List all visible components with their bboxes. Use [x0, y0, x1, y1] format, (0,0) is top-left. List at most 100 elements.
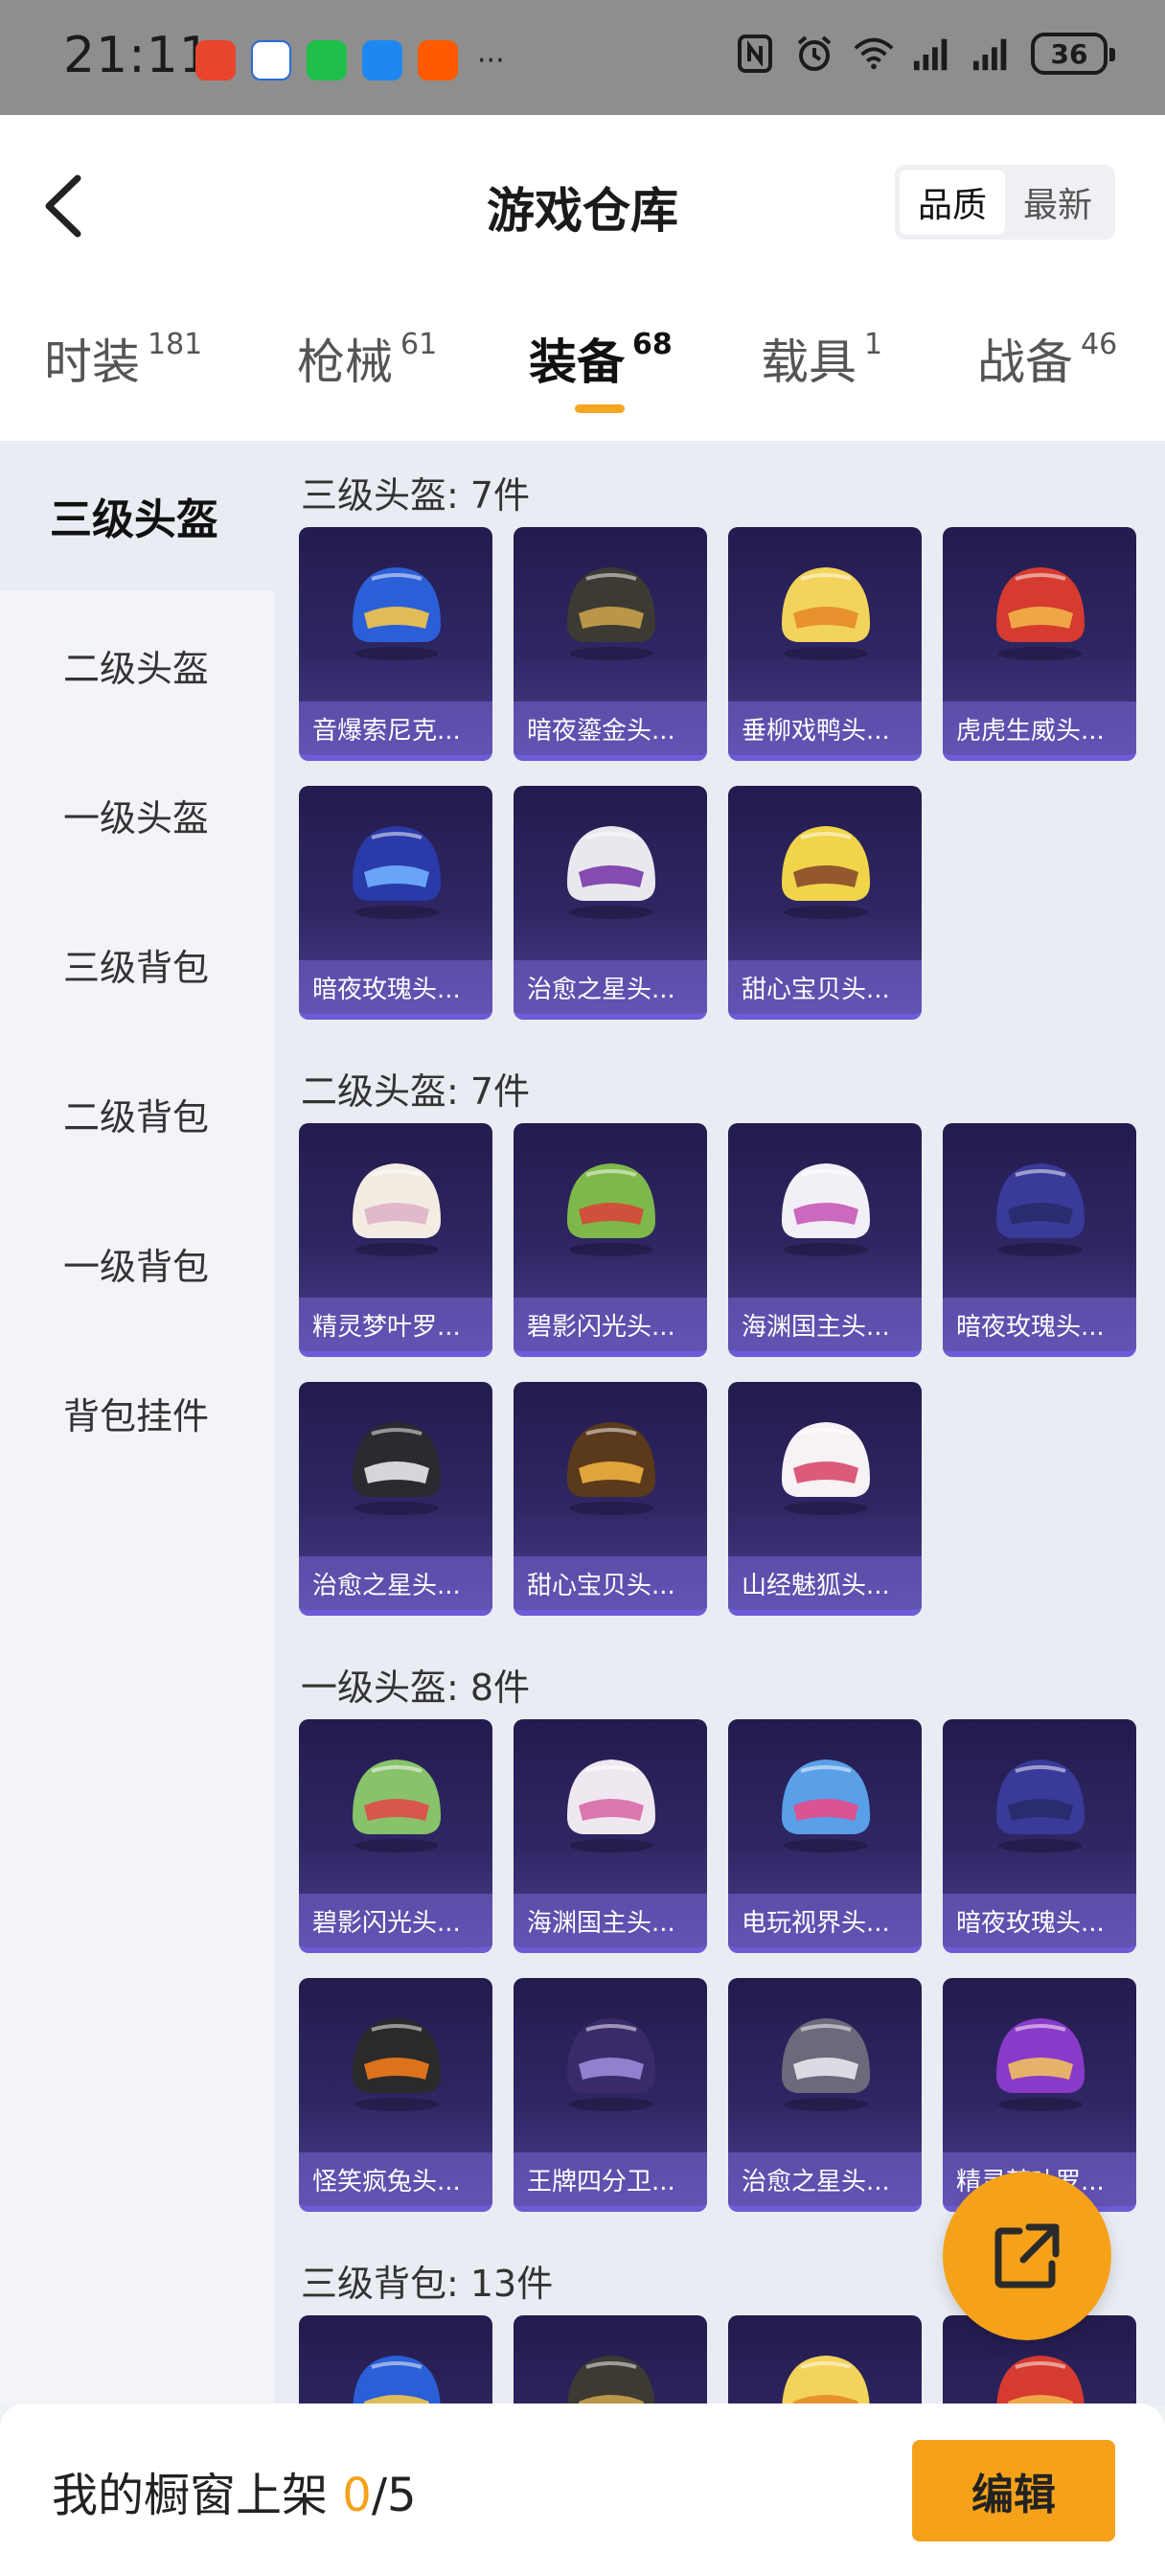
tab-count: 1	[864, 328, 883, 361]
sidebar-item-level2-helmet[interactable]: 二级头盔	[0, 590, 274, 740]
signal-icon-1	[912, 33, 954, 75]
food-app-icon	[195, 40, 236, 80]
tab-label: 装备	[529, 334, 625, 390]
item-name: 山经魅狐头...	[728, 1556, 922, 1610]
sidebar-item-level3-helmet[interactable]: 三级头盔	[0, 441, 274, 590]
item-card[interactable]: 治愈之星头...	[728, 1978, 922, 2212]
item-card[interactable]: 精灵梦叶罗...	[299, 1123, 492, 1357]
item-name: 海渊国主头...	[514, 1894, 707, 1947]
item-name: 治愈之星头...	[299, 1556, 492, 1610]
showcase-status: 我的橱窗上架 0/5	[52, 2457, 417, 2524]
helmet-icon	[996, 567, 1085, 660]
item-card[interactable]: 山经魅狐头...	[728, 1382, 922, 1616]
tab-label: 载具	[761, 334, 857, 390]
share-button[interactable]	[943, 2172, 1111, 2340]
share-icon	[994, 2223, 1060, 2288]
helmet-icon	[782, 1760, 870, 1852]
item-card[interactable]: 碧影闪光头...	[514, 1123, 707, 1357]
edit-button[interactable]: 编辑	[912, 2440, 1115, 2542]
helmet-icon	[567, 1163, 655, 1256]
wifi-icon	[853, 33, 895, 75]
tab-label: 战备	[977, 334, 1073, 390]
backpack-icon	[353, 2356, 441, 2405]
item-name: 暗夜玫瑰头...	[943, 1894, 1136, 1947]
section-title: 三级背包: 13件	[301, 2263, 554, 2305]
tab-tactical[interactable]: 战备 46	[977, 324, 1117, 393]
item-name: 垂柳戏鸭头...	[728, 702, 922, 755]
helmet-icon	[782, 2018, 870, 2111]
item-grid: 三级头盔: 7件 音爆索尼克... 暗夜鎏金头... 垂柳戏鸭头... 虎虎生威头...…	[274, 441, 1165, 2405]
item-card[interactable]: 海渊国主头...	[514, 1719, 707, 1953]
item-card[interactable]: 怪笑疯兔头...	[299, 1978, 492, 2212]
item-card[interactable]	[728, 2315, 922, 2405]
item-card[interactable]	[299, 2315, 492, 2405]
tab-weapons[interactable]: 枪械 61	[297, 324, 437, 393]
item-name: 暗夜玫瑰头...	[299, 960, 492, 1014]
sort-toggle: 品质 最新	[895, 165, 1115, 240]
sort-latest-button[interactable]: 最新	[1005, 170, 1110, 235]
item-card[interactable]: 暗夜玫瑰头...	[299, 786, 492, 1020]
sidebar-item-level3-backpack[interactable]: 三级背包	[0, 889, 274, 1039]
helmet-icon	[353, 2018, 441, 2111]
item-name: 海渊国主头...	[728, 1298, 922, 1351]
backpack-icon	[782, 2356, 870, 2405]
item-name: 治愈之星头...	[514, 960, 707, 1014]
section-title: 一级头盔: 8件	[301, 1667, 531, 1709]
helmet-icon	[353, 567, 441, 660]
item-card[interactable]: 虎虎生威头...	[943, 527, 1136, 761]
item-card[interactable]: 暗夜玫瑰头...	[943, 1719, 1136, 1953]
item-card[interactable]	[514, 2315, 707, 2405]
tab-fashion[interactable]: 时装 181	[44, 324, 202, 393]
helmet-icon	[996, 2018, 1085, 2111]
showcase-label: 我的橱窗上架	[52, 2469, 343, 2522]
item-card[interactable]: 电玩视界头...	[728, 1719, 922, 1953]
helmet-icon	[567, 2018, 655, 2111]
item-card[interactable]: 王牌四分卫...	[514, 1978, 707, 2212]
item-name: 治愈之星头...	[728, 2152, 922, 2206]
item-name: 王牌四分卫...	[514, 2152, 707, 2206]
sort-quality-button[interactable]: 品质	[900, 170, 1005, 235]
tab-count: 68	[632, 328, 673, 361]
helmet-icon	[567, 1422, 655, 1515]
item-name: 碧影闪光头...	[299, 1894, 492, 1947]
item-card[interactable]: 海渊国主头...	[728, 1123, 922, 1357]
helmet-icon	[996, 1163, 1085, 1256]
item-card[interactable]: 暗夜鎏金头...	[514, 527, 707, 761]
item-card[interactable]: 暗夜玫瑰头...	[943, 1123, 1136, 1357]
showcase-count: 0	[342, 2469, 372, 2522]
item-card[interactable]: 甜心宝贝头...	[514, 1382, 707, 1616]
sidebar-item-level1-backpack[interactable]: 一级背包	[0, 1188, 274, 1338]
sidebar: 三级头盔 二级头盔 一级头盔 三级背包 二级背包 一级背包 背包挂件	[0, 441, 274, 2405]
sidebar-item-level1-helmet[interactable]: 一级头盔	[0, 740, 274, 889]
item-name: 精灵梦叶罗...	[299, 1298, 492, 1351]
taobao-icon	[418, 40, 458, 80]
item-card[interactable]: 垂柳戏鸭头...	[728, 527, 922, 761]
item-card[interactable]: 治愈之星头...	[299, 1382, 492, 1616]
helmet-icon	[996, 1760, 1085, 1852]
tab-vehicles[interactable]: 载具 1	[761, 324, 882, 393]
system-status: 36	[734, 33, 1115, 75]
item-card[interactable]: 碧影闪光头...	[299, 1719, 492, 1953]
message-app-icon	[362, 40, 402, 80]
helmet-icon	[782, 1163, 870, 1256]
helmet-icon	[353, 1760, 441, 1852]
tab-count: 181	[148, 328, 203, 361]
sidebar-item-level2-backpack[interactable]: 二级背包	[0, 1039, 274, 1188]
item-card[interactable]: 音爆索尼克...	[299, 527, 492, 761]
helmet-icon	[353, 1163, 441, 1256]
item-name: 甜心宝贝头...	[514, 1556, 707, 1610]
tab-equipment[interactable]: 装备 68	[529, 324, 673, 393]
backpack-icon	[996, 2356, 1085, 2405]
helmet-icon	[353, 826, 441, 919]
sidebar-item-backpack-pendant[interactable]: 背包挂件	[0, 1338, 274, 1487]
item-card[interactable]: 甜心宝贝头...	[728, 786, 922, 1020]
showcase-total: /5	[371, 2469, 417, 2522]
helmet-icon	[567, 1760, 655, 1852]
item-card[interactable]: 治愈之星头...	[514, 786, 707, 1020]
tab-label: 枪械	[297, 334, 393, 390]
item-name: 甜心宝贝头...	[728, 960, 922, 1014]
work-app-icon	[251, 40, 291, 80]
tab-count: 46	[1081, 328, 1118, 361]
battery-icon: 36	[1031, 33, 1115, 75]
item-name: 虎虎生威头...	[943, 702, 1136, 755]
